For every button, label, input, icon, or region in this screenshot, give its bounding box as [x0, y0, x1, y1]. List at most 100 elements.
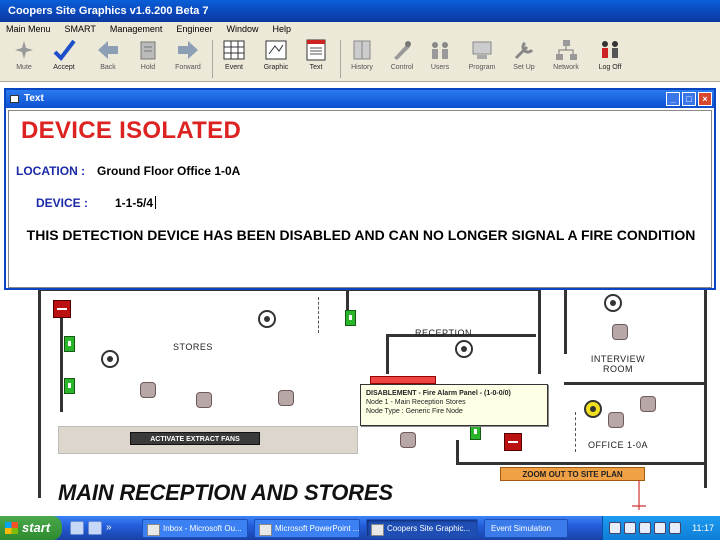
text-window-body: DEVICE ISOLATED LOCATION : Ground Floor …	[8, 110, 712, 288]
menu-help[interactable]: Help	[272, 22, 291, 36]
tray-icon[interactable]	[639, 522, 651, 534]
forward-arrow-icon	[175, 38, 201, 62]
wall	[564, 288, 567, 354]
close-icon[interactable]: ×	[698, 92, 712, 106]
program-icon	[469, 38, 495, 62]
minimize-icon[interactable]: _	[666, 92, 680, 106]
tooltip-line-1: DISABLEMENT - Fire Alarm Panel - (1-0-0/…	[366, 390, 511, 397]
event-button[interactable]: Event	[214, 38, 254, 80]
device-tooltip: DISABLEMENT - Fire Alarm Panel - (1-0-0/…	[360, 384, 548, 426]
menu-main-menu[interactable]: Main Menu	[6, 22, 51, 36]
chair	[140, 382, 156, 398]
wall	[60, 302, 63, 412]
graphic-icon	[263, 38, 289, 62]
window-title: Coopers Site Graphics v1.6.200 Beta 7	[0, 0, 720, 22]
tray-icon[interactable]	[654, 522, 666, 534]
wall	[704, 288, 707, 488]
menu-management[interactable]: Management	[110, 22, 163, 36]
chair	[612, 324, 628, 340]
isolated-detector[interactable]	[584, 400, 602, 418]
email-icon[interactable]	[88, 521, 102, 535]
toolbar-separator	[340, 40, 341, 78]
north-arrow-icon	[632, 480, 646, 510]
text-button[interactable]: Text	[296, 38, 336, 80]
users-button[interactable]: Users	[420, 38, 460, 80]
menu-smart[interactable]: SMART	[65, 22, 96, 36]
accept-check-icon	[51, 38, 77, 62]
toolbar: Mute Accept Back Hold Forward Event Grap…	[0, 36, 720, 82]
network-icon	[553, 38, 579, 62]
start-button[interactable]: start	[0, 516, 62, 540]
setup-button[interactable]: Set Up	[504, 38, 544, 80]
door-swing	[318, 297, 319, 333]
alarm-heading: DEVICE ISOLATED	[21, 117, 242, 144]
control-icon	[389, 38, 415, 62]
users-icon	[427, 38, 453, 62]
taskbar-item-inbox[interactable]: Inbox - Microsoft Ou...	[142, 519, 248, 538]
taskbar-item-event-simulation[interactable]: Event Simulation	[484, 519, 568, 538]
fire-alarm-panel[interactable]	[504, 433, 522, 451]
tooltip-line-2: Node 1 - Main Reception Stores	[366, 399, 466, 406]
control-button[interactable]: Control	[382, 38, 422, 80]
tray-icons	[609, 522, 681, 534]
wall	[538, 288, 541, 374]
room-label-stores: STORES	[173, 342, 213, 352]
menu-engineer[interactable]: Engineer	[176, 22, 212, 36]
smoke-detector[interactable]	[101, 350, 119, 368]
device-value: 1-1-5/4	[115, 196, 156, 210]
back-button[interactable]: Back	[88, 38, 128, 80]
tray-icon[interactable]	[669, 522, 681, 534]
browser-icon[interactable]	[70, 521, 84, 535]
device-label: DEVICE :	[36, 196, 89, 210]
maximize-icon[interactable]: □	[682, 92, 696, 106]
call-point[interactable]	[470, 424, 481, 440]
history-icon	[349, 38, 375, 62]
chair	[640, 396, 656, 412]
alarm-message: THIS DETECTION DEVICE HAS BEEN DISABLED …	[26, 227, 696, 243]
zoom-out-site-plan-button[interactable]: ZOOM OUT TO SITE PLAN	[500, 467, 645, 481]
mute-button[interactable]: Mute	[4, 38, 44, 80]
network-button[interactable]: Network	[546, 38, 586, 80]
taskbar-item-powerpoint[interactable]: Microsoft PowerPoint ...	[254, 519, 360, 538]
text-window-title: Text	[24, 93, 44, 104]
hold-button[interactable]: Hold	[128, 38, 168, 80]
smoke-detector[interactable]	[455, 340, 473, 358]
graphic-button[interactable]: Graphic	[256, 38, 296, 80]
door-swing	[575, 412, 576, 452]
event-grid-icon	[221, 38, 247, 62]
wall	[38, 288, 41, 498]
call-point[interactable]	[64, 336, 75, 352]
chevron-icon[interactable]: »	[106, 521, 120, 535]
chair	[278, 390, 294, 406]
log-off-button[interactable]: Log Off	[590, 38, 630, 80]
menu-window[interactable]: Window	[226, 22, 258, 36]
disabled-device-tag	[370, 376, 436, 384]
tray-icon[interactable]	[609, 522, 621, 534]
smoke-detector[interactable]	[258, 310, 276, 328]
menu-bar: Main Menu SMART Management Engineer Wind…	[0, 22, 720, 36]
call-point[interactable]	[64, 378, 75, 394]
app-window: Coopers Site Graphics v1.6.200 Beta 7 Ma…	[0, 0, 720, 540]
forward-button[interactable]: Forward	[168, 38, 208, 80]
tooltip-line-3: Node Type : Generic Fire Node	[366, 408, 463, 415]
program-button[interactable]: Program	[462, 38, 502, 80]
history-button[interactable]: History	[342, 38, 382, 80]
wall	[456, 462, 706, 465]
call-point[interactable]	[345, 310, 356, 326]
system-tray: 11:17	[602, 516, 720, 540]
chair	[400, 432, 416, 448]
tray-icon[interactable]	[624, 522, 636, 534]
taskbar-item-site-graphics[interactable]: Coopers Site Graphic...	[366, 519, 478, 538]
back-arrow-icon	[95, 38, 121, 62]
activate-extract-fans-button[interactable]: ACTIVATE EXTRACT FANS	[130, 432, 260, 445]
smoke-detector[interactable]	[604, 294, 622, 312]
room-label-office: OFFICE 1-0A	[588, 440, 649, 450]
text-window-titlebar[interactable]: Text _ □ ×	[6, 90, 714, 108]
chair	[196, 392, 212, 408]
accept-button[interactable]: Accept	[44, 38, 84, 80]
fire-alarm-panel[interactable]	[53, 300, 71, 318]
clock: 11:17	[692, 523, 714, 533]
location-value: Ground Floor Office 1-0A	[97, 164, 241, 178]
hold-icon	[135, 38, 161, 62]
taskbar: start » Inbox - Microsoft Ou... Microsof…	[0, 516, 720, 540]
